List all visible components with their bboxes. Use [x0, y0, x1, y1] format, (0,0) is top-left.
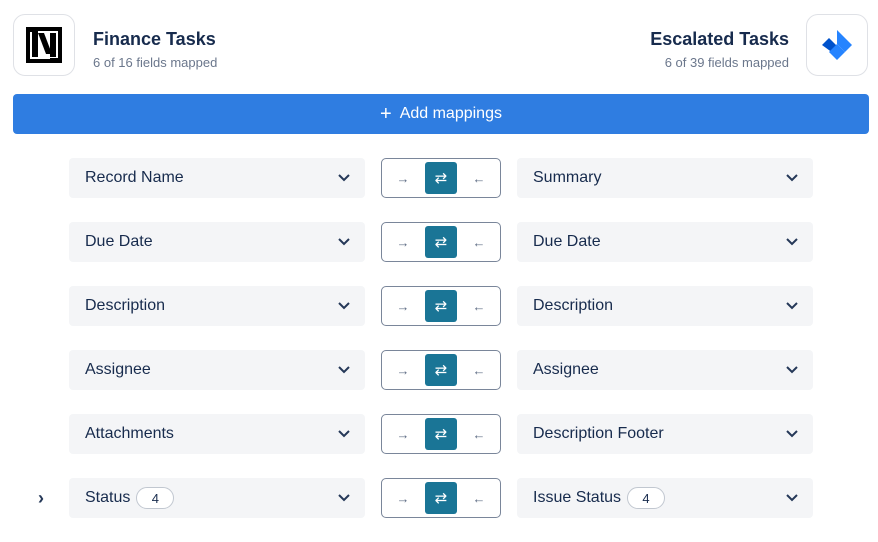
- chevron-down-icon: [337, 427, 351, 441]
- target-field-label: Description: [533, 297, 614, 314]
- source-field-select[interactable]: Due Date: [69, 222, 365, 262]
- source-field-label: Record Name: [85, 169, 184, 186]
- chevron-down-icon: [337, 235, 351, 249]
- target-field-label: Summary: [533, 169, 602, 186]
- source-app-title: Finance Tasks: [93, 29, 216, 49]
- target-field-label: Assignee: [533, 361, 599, 378]
- target-app-title: Escalated Tasks: [650, 29, 789, 49]
- sync-left-arrow-icon[interactable]: ←: [468, 359, 490, 381]
- sync-right-arrow-icon[interactable]: →: [392, 487, 414, 509]
- jira-logo: [806, 14, 868, 76]
- sync-left-arrow-icon[interactable]: ←: [468, 167, 490, 189]
- sync-right-arrow-icon[interactable]: →: [392, 231, 414, 253]
- source-field-label: Attachments: [85, 425, 174, 442]
- add-mappings-button[interactable]: + Add mappings: [13, 94, 869, 134]
- chevron-down-icon: [337, 299, 351, 313]
- value-count-badge: 4: [136, 487, 175, 509]
- target-field-label: Description Footer: [533, 425, 664, 442]
- netsuite-logo-icon: [26, 27, 62, 63]
- sync-right-arrow-icon[interactable]: →: [392, 295, 414, 317]
- mapping-row: Due Date → ⇄ ← Due Date: [0, 222, 878, 262]
- target-mapped-count: 6 of 39 fields mapped: [664, 55, 789, 70]
- chevron-down-icon: [785, 427, 799, 441]
- mapping-row: Description → ⇄ ← Description: [0, 286, 878, 326]
- sync-right-arrow-icon[interactable]: →: [392, 359, 414, 381]
- sync-direction-control: → ⇄ ←: [381, 222, 501, 262]
- sync-right-arrow-icon[interactable]: →: [392, 423, 414, 445]
- source-field-select[interactable]: Assignee: [69, 350, 365, 390]
- target-field-select[interactable]: Summary: [517, 158, 813, 198]
- mapping-row: Attachments → ⇄ ← Description Footer: [0, 414, 878, 454]
- sync-direction-control: → ⇄ ←: [381, 350, 501, 390]
- chevron-down-icon: [785, 299, 799, 313]
- netsuite-logo: [13, 14, 75, 76]
- chevron-down-icon: [337, 491, 351, 505]
- sync-both-arrows-icon[interactable]: ⇄: [425, 290, 457, 322]
- source-field-label: Assignee: [85, 361, 151, 378]
- value-count-badge: 4: [627, 487, 666, 509]
- source-field-label: Status: [85, 489, 131, 506]
- sync-direction-control: → ⇄ ←: [381, 478, 501, 518]
- chevron-down-icon: [785, 171, 799, 185]
- source-field-select[interactable]: Description: [69, 286, 365, 326]
- expand-row-chevron-icon[interactable]: ›: [30, 486, 52, 510]
- source-field-label: Description: [85, 297, 166, 314]
- jira-logo-icon: [822, 30, 852, 60]
- source-field-select[interactable]: Attachments: [69, 414, 365, 454]
- sync-both-arrows-icon[interactable]: ⇄: [425, 418, 457, 450]
- sync-right-arrow-icon[interactable]: →: [392, 167, 414, 189]
- sync-left-arrow-icon[interactable]: ←: [468, 487, 490, 509]
- mapping-row: › Status 4 → ⇄ ← Issue Status 4: [0, 478, 878, 518]
- field-mapping-list: Record Name → ⇄ ← Summary Due Date → ⇄ ←…: [0, 158, 878, 542]
- mapping-row: Assignee → ⇄ ← Assignee: [0, 350, 878, 390]
- source-mapped-count: 6 of 16 fields mapped: [93, 55, 218, 70]
- plus-icon: +: [380, 103, 392, 125]
- sync-left-arrow-icon[interactable]: ←: [468, 423, 490, 445]
- target-field-label: Issue Status: [533, 489, 622, 506]
- chevron-down-icon: [337, 363, 351, 377]
- source-field-select[interactable]: Record Name: [69, 158, 365, 198]
- target-field-select[interactable]: Description Footer: [517, 414, 813, 454]
- target-field-select[interactable]: Assignee: [517, 350, 813, 390]
- target-field-label: Due Date: [533, 233, 601, 250]
- sync-both-arrows-icon[interactable]: ⇄: [425, 162, 457, 194]
- add-mappings-label: Add mappings: [399, 105, 502, 122]
- sync-left-arrow-icon[interactable]: ←: [468, 295, 490, 317]
- mapping-header: Finance Tasks 6 of 16 fields mapped Esca…: [0, 0, 878, 90]
- sync-direction-control: → ⇄ ←: [381, 414, 501, 454]
- sync-direction-control: → ⇄ ←: [381, 158, 501, 198]
- chevron-down-icon: [785, 363, 799, 377]
- source-field-label: Due Date: [85, 233, 153, 250]
- target-field-select[interactable]: Due Date: [517, 222, 813, 262]
- sync-both-arrows-icon[interactable]: ⇄: [425, 354, 457, 386]
- sync-left-arrow-icon[interactable]: ←: [468, 231, 490, 253]
- chevron-down-icon: [785, 235, 799, 249]
- chevron-down-icon: [337, 171, 351, 185]
- mapping-row: Record Name → ⇄ ← Summary: [0, 158, 878, 198]
- source-field-select[interactable]: Status 4: [69, 478, 365, 518]
- target-field-select[interactable]: Description: [517, 286, 813, 326]
- chevron-down-icon: [785, 491, 799, 505]
- target-field-select[interactable]: Issue Status 4: [517, 478, 813, 518]
- sync-direction-control: → ⇄ ←: [381, 286, 501, 326]
- sync-both-arrows-icon[interactable]: ⇄: [425, 226, 457, 258]
- sync-both-arrows-icon[interactable]: ⇄: [425, 482, 457, 514]
